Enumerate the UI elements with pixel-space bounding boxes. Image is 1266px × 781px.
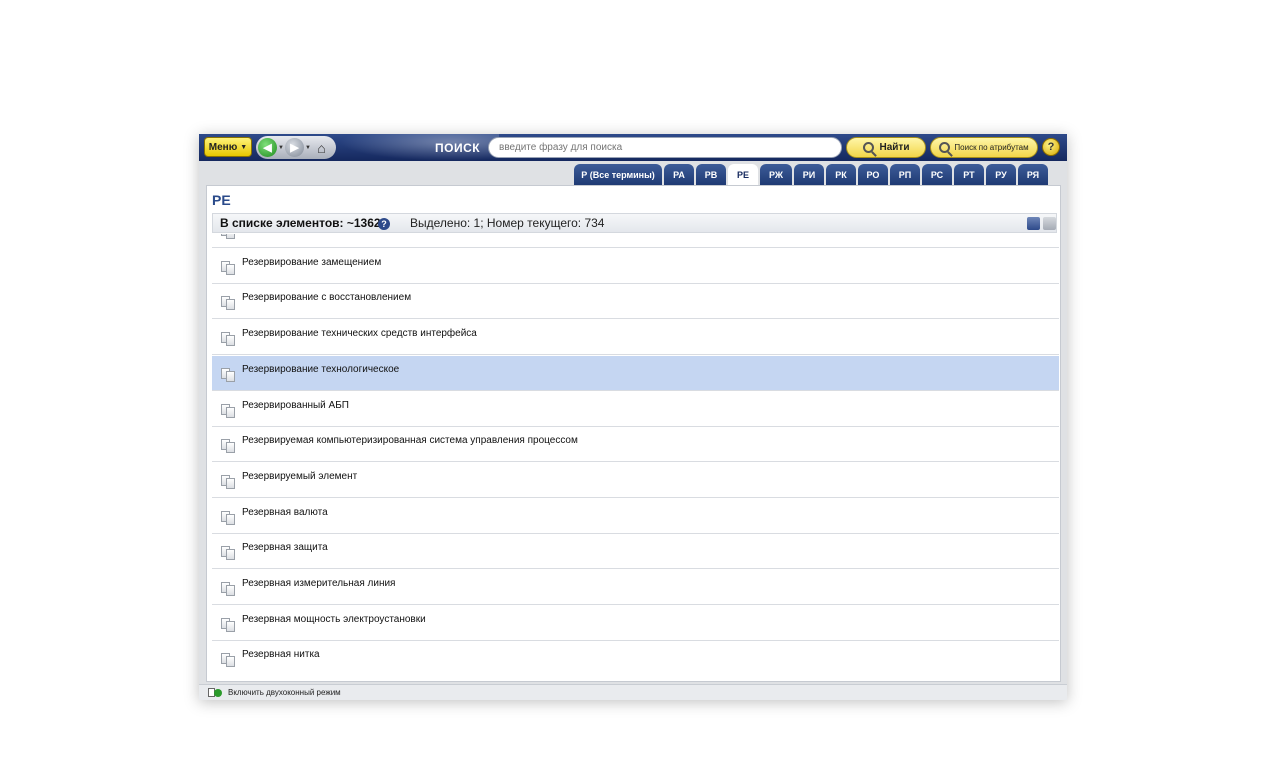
tab-10[interactable]: РТ	[954, 164, 984, 185]
document-icon	[221, 332, 237, 347]
list-item-label: Резервированный АБП	[242, 399, 349, 411]
find-button-label: Найти	[879, 142, 910, 153]
selection-status: Выделено: 1; Номер текущего: 734	[410, 216, 605, 230]
navigation-group: ◀ ▼ ▶ ▼ ⌂	[256, 136, 336, 159]
list-item[interactable]: Резервная мощность электроустановки	[212, 605, 1059, 641]
tab-5[interactable]: РИ	[794, 164, 824, 185]
list-item[interactable]: Резервирование технических средств интер…	[212, 320, 1059, 356]
document-icon	[221, 582, 237, 596]
toolbar: Меню ▼ ◀ ▼ ▶ ▼ ⌂ ПОИСК Найти Поиск по ат…	[199, 134, 1067, 161]
tab-4[interactable]: РЖ	[760, 164, 792, 185]
document-icon	[221, 439, 237, 454]
app-window: Меню ▼ ◀ ▼ ▶ ▼ ⌂ ПОИСК Найти Поиск по ат…	[199, 134, 1067, 700]
magnifier-icon	[862, 142, 874, 153]
attribute-search-icon	[939, 142, 951, 153]
document-icon	[221, 234, 237, 239]
tab-12[interactable]: РЯ	[1018, 164, 1048, 185]
document-icon	[221, 510, 237, 525]
list-item[interactable]: Резервирование замещением	[212, 248, 1059, 284]
list-item[interactable]: Резервная измерительная линия	[212, 570, 1059, 605]
export-icon[interactable]	[1027, 217, 1040, 230]
back-history-caret-icon[interactable]: ▼	[278, 145, 284, 151]
list-item[interactable]: Резервирование без восстановления	[212, 234, 1059, 248]
dual-window-icon[interactable]	[208, 688, 223, 698]
page-title: РЕ	[212, 192, 231, 208]
tab-1[interactable]: РА	[664, 164, 694, 185]
list-item-label: Резервная защита	[242, 542, 328, 554]
help-icon[interactable]: ?	[1042, 138, 1060, 156]
chevron-down-icon: ▼	[240, 143, 248, 151]
content-panel: РЕ В списке элементов: ~1362 ? Выделено:…	[206, 185, 1061, 682]
tab-7[interactable]: РО	[858, 164, 888, 185]
document-icon	[221, 653, 237, 668]
document-icon	[221, 546, 237, 561]
list-item[interactable]: Резервированный АБП	[212, 391, 1059, 427]
list-item-label: Резервируемый элемент	[242, 470, 358, 482]
list-item-label: Резервная валюта	[242, 506, 328, 518]
back-arrow-icon[interactable]: ◀	[258, 138, 277, 157]
list-item[interactable]: Резервная валюта	[212, 498, 1059, 534]
list-item[interactable]: Резервная нитка	[212, 641, 1059, 674]
tab-11[interactable]: РУ	[986, 164, 1016, 185]
list-item-label: Резервирование замещением	[242, 256, 382, 268]
list-item[interactable]: Резервирование технологическое	[212, 355, 1059, 391]
tab-3[interactable]: РЕ	[728, 164, 758, 185]
term-list[interactable]: Резервирование без восстановления Резерви…	[212, 234, 1059, 674]
search-input[interactable]	[488, 137, 842, 158]
list-item-label: Резервная нитка	[242, 649, 320, 661]
tab-0[interactable]: Р (Все термины)	[574, 164, 662, 185]
find-button[interactable]: Найти	[846, 137, 926, 158]
list-item[interactable]: Резервирование с восстановлением	[212, 284, 1059, 320]
menu-button-label: Меню	[208, 141, 238, 153]
info-bar: В списке элементов: ~1362 ? Выделено: 1;…	[212, 213, 1057, 233]
document-icon	[221, 403, 237, 418]
list-item[interactable]: Резервируемый элемент	[212, 462, 1059, 498]
tab-9[interactable]: РС	[922, 164, 952, 185]
document-icon	[221, 367, 237, 382]
info-help-icon[interactable]: ?	[378, 218, 390, 230]
status-bar: Включить двухоконный режим	[199, 684, 1067, 700]
list-item-label: Резервируемая компьютеризированная систе…	[242, 435, 578, 447]
home-icon[interactable]: ⌂	[312, 138, 331, 157]
attribute-search-button[interactable]: Поиск по атрибутам	[930, 137, 1038, 158]
list-item[interactable]: Резервируемая компьютеризированная систе…	[212, 427, 1059, 463]
list-item-label: Резервная мощность электроустановки	[242, 613, 426, 625]
tab-2[interactable]: РВ	[696, 164, 726, 185]
settings-icon[interactable]	[1043, 217, 1056, 230]
menu-button[interactable]: Меню ▼	[204, 137, 252, 157]
element-count: В списке элементов: ~1362	[220, 216, 381, 230]
tab-6[interactable]: РК	[826, 164, 856, 185]
list-item-label: Резервная измерительная линия	[242, 578, 396, 589]
forward-history-caret-icon[interactable]: ▼	[305, 145, 311, 151]
list-item[interactable]: Резервная защита	[212, 534, 1059, 570]
document-icon	[221, 474, 237, 489]
list-item-label: Резервирование с восстановлением	[242, 292, 412, 304]
list-item-label: Резервирование технических средств интер…	[242, 328, 477, 340]
attribute-search-label: Поиск по атрибутам	[954, 143, 1029, 152]
list-item-label: Резервирование технологическое	[242, 363, 400, 375]
document-icon	[221, 260, 237, 275]
letter-tabs: Р (Все термины) РА РВ РЕ РЖ РИ РК РО РП РС РТ РУ РЯ	[574, 164, 1048, 185]
forward-arrow-icon[interactable]: ▶	[285, 138, 304, 157]
document-icon	[221, 296, 237, 311]
tab-8[interactable]: РП	[890, 164, 920, 185]
dual-window-toggle[interactable]: Включить двухоконный режим	[228, 688, 341, 697]
search-label: ПОИСК	[435, 141, 481, 155]
document-icon	[221, 617, 237, 632]
